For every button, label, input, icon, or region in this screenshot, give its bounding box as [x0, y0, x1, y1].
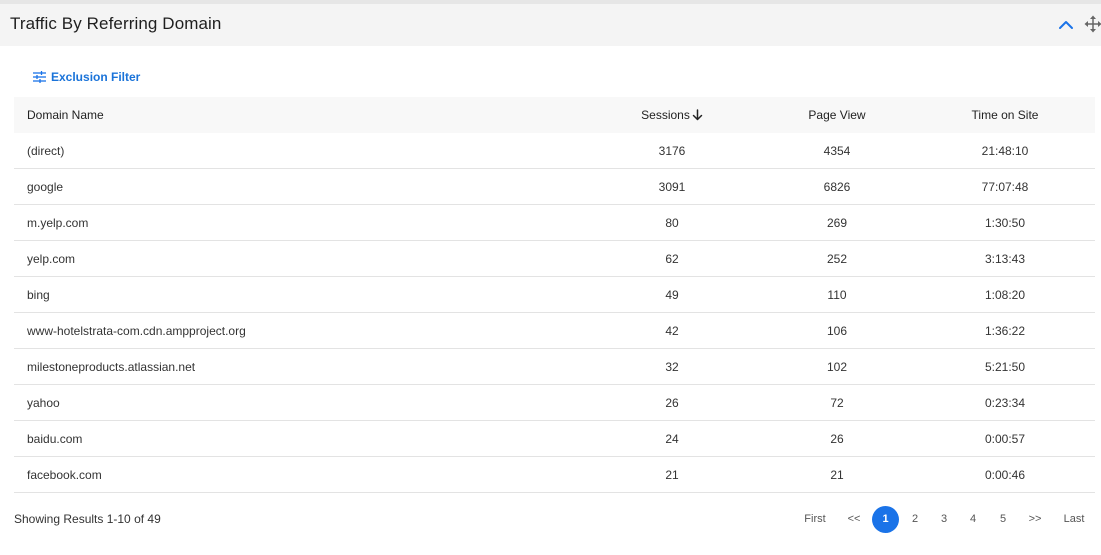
cell-domain: milestoneproducts.atlassian.net — [27, 359, 196, 374]
header-sessions-label: Sessions — [641, 108, 690, 122]
cell-sessions: 80 — [665, 215, 679, 230]
cell-page-view: 6826 — [823, 179, 851, 194]
table-header: Domain Name Sessions Page View Time on S… — [14, 97, 1095, 133]
cell-page-view: 269 — [826, 215, 848, 230]
cell-sessions: 62 — [665, 251, 679, 266]
widget-header: Traffic By Referring Domain — [0, 4, 1101, 46]
cell-time-on-site: 0:23:34 — [984, 395, 1026, 410]
header-time-on-site[interactable]: Time on Site — [920, 108, 1090, 122]
cell-domain: (direct) — [27, 143, 65, 158]
sliders-icon — [33, 71, 46, 83]
cell-domain: baidu.com — [27, 431, 83, 446]
cell-sessions: 3176 — [658, 143, 686, 158]
page-next-button[interactable]: >> — [1026, 505, 1044, 533]
cell-time-on-site: 1:36:22 — [984, 323, 1026, 338]
collapse-button[interactable] — [1057, 16, 1075, 34]
cell-page-view: 252 — [826, 251, 848, 266]
table-row: baidu.com 24 26 0:00:57 — [14, 421, 1095, 457]
cell-page-view: 110 — [827, 287, 847, 302]
cell-page-view: 102 — [826, 359, 848, 374]
cell-page-view: 21 — [830, 467, 844, 482]
table-row: yelp.com 62 252 3:13:43 — [14, 241, 1095, 277]
table-row: google 3091 6826 77:07:48 — [14, 169, 1095, 205]
page-4-button[interactable]: 4 — [966, 505, 980, 533]
table-row: m.yelp.com 80 269 1:30:50 — [14, 205, 1095, 241]
cell-time-on-site: 21:48:10 — [981, 143, 1029, 158]
cell-page-view: 72 — [830, 395, 844, 410]
cell-domain: facebook.com — [27, 467, 102, 482]
page-prev-button[interactable]: << — [845, 505, 863, 533]
cell-domain: google — [27, 179, 64, 194]
header-sessions[interactable]: Sessions — [590, 108, 754, 122]
pagination: First << 1 2 3 4 5 >> Last — [0, 505, 1101, 533]
table-row: yahoo 26 72 0:23:34 — [14, 385, 1095, 421]
table-row: milestoneproducts.atlassian.net 32 102 5… — [14, 349, 1095, 385]
cell-time-on-site: 5:21:50 — [984, 359, 1026, 374]
cell-domain: m.yelp.com — [27, 215, 89, 230]
cell-page-view: 106 — [826, 323, 848, 338]
cell-domain: www-hotelstrata-com.cdn.ampproject.org — [27, 323, 246, 338]
cell-time-on-site: 3:13:43 — [984, 251, 1026, 266]
table-row: facebook.com 21 21 0:00:46 — [14, 457, 1095, 493]
cell-domain: yahoo — [27, 395, 60, 410]
arrow-down-icon — [692, 109, 703, 121]
cell-sessions: 21 — [665, 467, 679, 482]
exclusion-filter-label: Exclusion Filter — [51, 70, 141, 84]
cell-time-on-site: 77:07:48 — [981, 179, 1029, 194]
page-2-button[interactable]: 2 — [908, 505, 922, 533]
referring-domain-table: Domain Name Sessions Page View Time on S… — [14, 97, 1095, 493]
table-row: (direct) 3176 4354 21:48:10 — [14, 133, 1095, 169]
page-last-button[interactable]: Last — [1062, 505, 1086, 533]
page-first-button[interactable]: First — [803, 505, 827, 533]
cell-page-view: 26 — [830, 431, 844, 446]
cell-sessions: 3091 — [658, 179, 686, 194]
cell-sessions: 49 — [665, 287, 679, 302]
cell-time-on-site: 0:00:57 — [984, 431, 1026, 446]
cell-sessions: 32 — [665, 359, 679, 374]
header-domain-name[interactable]: Domain Name — [14, 108, 590, 122]
move-arrows-icon — [1084, 15, 1101, 33]
cell-domain: yelp.com — [27, 251, 76, 266]
cell-sessions: 24 — [665, 431, 679, 446]
cell-sessions: 26 — [665, 395, 679, 410]
page-1-button[interactable]: 1 — [872, 506, 899, 533]
table-row: www-hotelstrata-com.cdn.ampproject.org 4… — [14, 313, 1095, 349]
table-row: bing 49 110 1:08:20 — [14, 277, 1095, 313]
move-handle[interactable] — [1084, 15, 1101, 33]
cell-page-view: 4354 — [823, 143, 851, 158]
cell-time-on-site: 0:00:46 — [984, 467, 1026, 482]
cell-sessions: 42 — [665, 323, 679, 338]
cell-time-on-site: 1:30:50 — [984, 215, 1026, 230]
cell-time-on-site: 1:08:20 — [984, 287, 1026, 302]
exclusion-filter-button[interactable]: Exclusion Filter — [33, 68, 140, 86]
page-3-button[interactable]: 3 — [937, 505, 951, 533]
chevron-up-icon — [1059, 21, 1073, 29]
page-5-button[interactable]: 5 — [996, 505, 1010, 533]
widget-title: Traffic By Referring Domain — [10, 14, 222, 33]
cell-domain: bing — [27, 287, 50, 302]
header-page-view[interactable]: Page View — [754, 108, 920, 122]
